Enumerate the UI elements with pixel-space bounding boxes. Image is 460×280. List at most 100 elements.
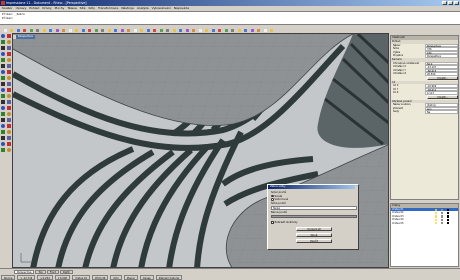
close-dialog-button[interactable]: Zavřít — [296, 239, 332, 243]
wireframe-button[interactable] — [124, 26, 131, 32]
plugin-button[interactable] — [267, 26, 274, 32]
layer-color-swatch[interactable] — [447, 222, 450, 225]
history-icon — [263, 28, 267, 32]
zoom-extents-button[interactable] — [85, 26, 92, 32]
viewport-tab[interactable]: Top — [35, 269, 46, 274]
show-button[interactable] — [235, 26, 241, 32]
unlock-button[interactable] — [248, 26, 254, 32]
fillet-icon — [1, 94, 5, 98]
viewport-title-label[interactable]: Perspective — [16, 35, 36, 39]
hide-button[interactable] — [228, 26, 235, 32]
osnap-button[interactable] — [131, 26, 137, 32]
text-button[interactable] — [209, 26, 215, 32]
analyze-button[interactable] — [170, 26, 176, 32]
draft-button[interactable] — [189, 26, 196, 32]
dims-button[interactable] — [202, 26, 209, 32]
copy-button[interactable] — [33, 26, 40, 32]
status-item[interactable]: Planar — [123, 275, 138, 280]
dialog-close-icon[interactable] — [354, 185, 358, 189]
layer-visible-icon[interactable] — [435, 222, 438, 225]
paste-button[interactable] — [40, 26, 46, 32]
command-area[interactable]: Příkaz: _Zebra Příkaz: — [0, 11, 460, 25]
group-button[interactable] — [215, 26, 222, 32]
minimize-button[interactable] — [442, 1, 447, 5]
close-button[interactable] — [454, 1, 459, 5]
property-value[interactable]: 26.590 — [425, 72, 458, 76]
print-button[interactable] — [20, 26, 27, 32]
status-item: x -12.714 — [17, 275, 36, 280]
vertical-radio[interactable] — [271, 194, 274, 198]
dialog-title: Zebra volby — [270, 185, 286, 188]
property-value[interactable]: 4.113 — [425, 91, 458, 95]
undo-button[interactable] — [46, 26, 53, 32]
history-button[interactable] — [261, 26, 267, 32]
grid-button[interactable] — [137, 26, 144, 32]
horizontal-radio[interactable] — [271, 198, 274, 201]
status-item[interactable]: Přichytit — [92, 275, 109, 280]
zoom-extents-icon — [88, 28, 91, 32]
env-button[interactable] — [196, 26, 202, 32]
layer-row[interactable]: Vrstva 05 — [391, 222, 458, 225]
hide-icon — [231, 28, 234, 32]
curvature-button[interactable] — [176, 26, 183, 32]
redo-button[interactable] — [53, 26, 59, 32]
property-value[interactable]: Ne — [425, 110, 458, 114]
viewport-tab[interactable]: Right — [60, 269, 73, 274]
zoom-window-button[interactable] — [79, 26, 85, 32]
adjust-mesh-button[interactable]: Upravit síť — [296, 227, 332, 231]
lock-button[interactable] — [241, 26, 248, 32]
shade-icon — [120, 28, 124, 32]
select-button[interactable] — [92, 26, 98, 32]
block-button[interactable] — [222, 26, 228, 32]
place-target-button[interactable]: Umístit... — [427, 95, 458, 99]
material-button[interactable] — [150, 26, 157, 32]
dialog-title-bar[interactable]: Zebra volby — [268, 185, 358, 189]
maximize-button[interactable] — [448, 1, 453, 5]
property-name: Umístění Z — [393, 72, 406, 76]
show-iso-row[interactable]: Zobrazit izokřivky — [271, 221, 298, 224]
property-value[interactable]: Perspektiva — [425, 54, 458, 58]
snapshot-button[interactable] — [254, 26, 261, 32]
show-iso-checkbox[interactable] — [271, 221, 274, 224]
zebra-options-dialog[interactable]: Zebra volby Směr pruhů Svislé Vodorovné … — [267, 184, 359, 250]
text-icon — [211, 28, 215, 32]
layer-name: Vrstva 05 — [392, 221, 404, 225]
property-name: Šedý — [393, 110, 399, 114]
properties-button[interactable] — [105, 26, 111, 32]
stripe-color-row: Barva pruhů — [271, 211, 287, 214]
stripe-color-swatch[interactable] — [271, 215, 357, 218]
pan-icon — [62, 28, 65, 32]
viewport-tab[interactable]: Front — [46, 269, 60, 274]
horizontal-option[interactable]: Vodorovné — [271, 198, 288, 201]
place-camera-button[interactable]: Umístit... — [427, 76, 458, 80]
sweep-icon — [1, 88, 5, 92]
unlock-icon — [250, 28, 254, 32]
layers-panel: Vrstvy Vrstva 01 Vrstva 02 Vrstva 03 Vrstva… — [390, 203, 459, 267]
open-folder-button[interactable] — [7, 26, 14, 32]
rotate-button[interactable] — [66, 26, 72, 32]
layer-button[interactable] — [98, 26, 105, 32]
polyline-icon — [1, 40, 5, 44]
status-item[interactable]: Osnap — [139, 275, 154, 280]
help-button[interactable] — [163, 26, 170, 32]
status-item[interactable]: Orto — [110, 275, 122, 280]
layer-lock-icon[interactable] — [441, 222, 444, 225]
save-button[interactable] — [14, 26, 20, 32]
status-item[interactable]: Záznam historie — [155, 275, 183, 280]
options-button[interactable] — [157, 26, 163, 32]
zoom-button[interactable] — [72, 26, 79, 32]
new-file-button[interactable] — [1, 26, 7, 32]
zebra-button[interactable] — [183, 26, 189, 32]
viewport-tab[interactable]: Perspective — [14, 269, 35, 274]
new-button[interactable]: Nová — [296, 233, 332, 237]
pan-button[interactable] — [59, 26, 66, 32]
stripe-size-select[interactable]: Tenké — [271, 206, 357, 210]
shade-button[interactable] — [118, 26, 124, 32]
cut-button[interactable] — [27, 26, 33, 32]
properties-icon — [107, 28, 111, 32]
status-bar: Perspective Top Front Right Rovina x -12.714… — [0, 268, 460, 280]
command-prompt[interactable]: Příkaz: — [0, 16, 460, 20]
render-button[interactable] — [111, 26, 118, 32]
hatch-icon — [1, 148, 5, 152]
light-button[interactable] — [144, 26, 150, 32]
